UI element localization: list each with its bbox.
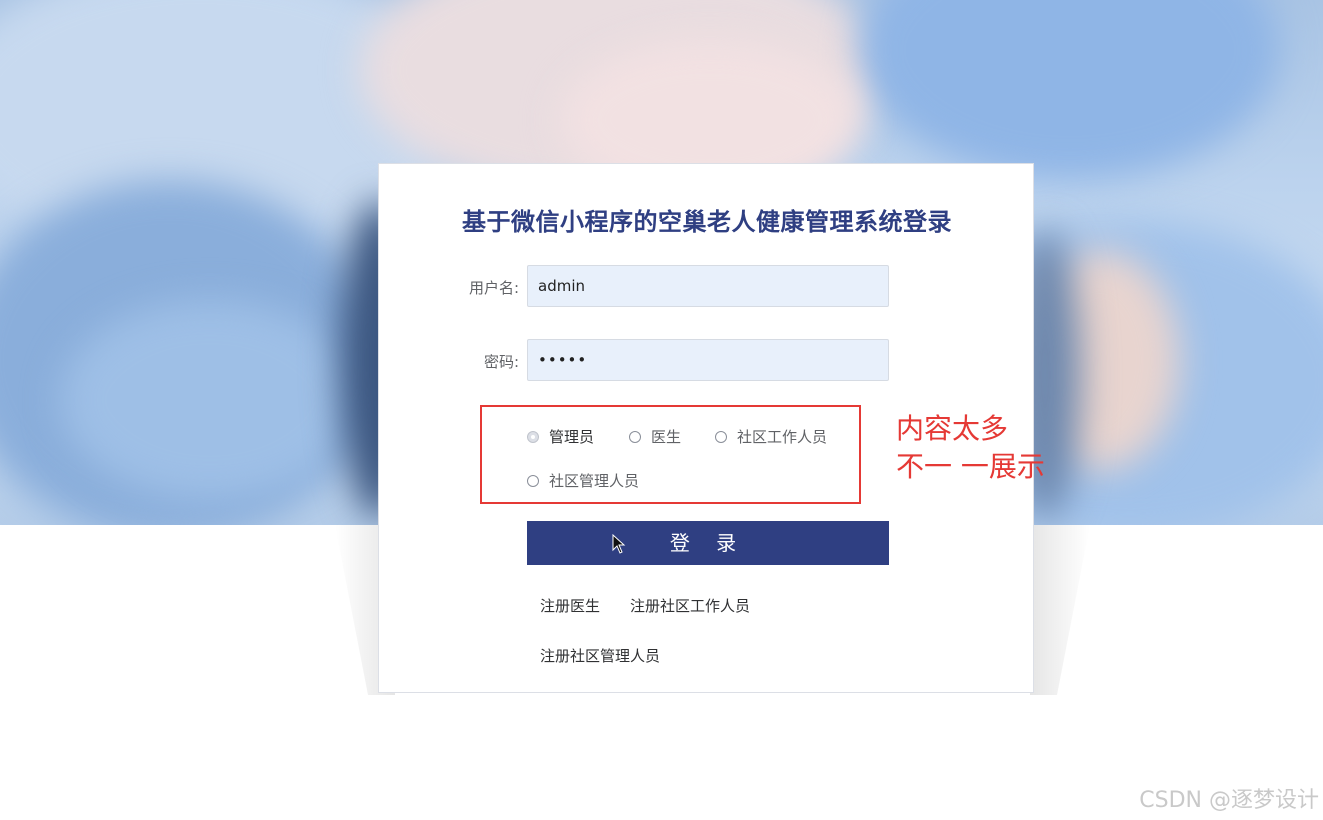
watermark: CSDN @逐梦设计 <box>1139 788 1319 813</box>
annotation-line-2: 不一 一展示 <box>896 450 1045 483</box>
annotation-line-1: 内容太多 <box>896 412 1009 445</box>
password-input[interactable]: ••••• <box>527 339 889 381</box>
mouse-cursor-icon <box>612 534 626 554</box>
annotation-box <box>480 405 861 504</box>
register-community-worker-link[interactable]: 注册社区工作人员 <box>630 595 750 616</box>
register-community-manager-link[interactable]: 注册社区管理人员 <box>540 645 660 666</box>
login-button[interactable]: 登 录 <box>527 521 889 565</box>
username-input[interactable]: admin <box>527 265 889 307</box>
password-label: 密码: <box>483 353 519 371</box>
username-label: 用户名: <box>468 279 519 297</box>
annotation-text: 内容太多 不一 一展示 <box>896 410 1045 486</box>
page-title: 基于微信小程序的空巢老人健康管理系统登录 <box>462 208 952 236</box>
card-shadow-right <box>1030 525 1090 695</box>
register-doctor-link[interactable]: 注册医生 <box>540 595 600 616</box>
